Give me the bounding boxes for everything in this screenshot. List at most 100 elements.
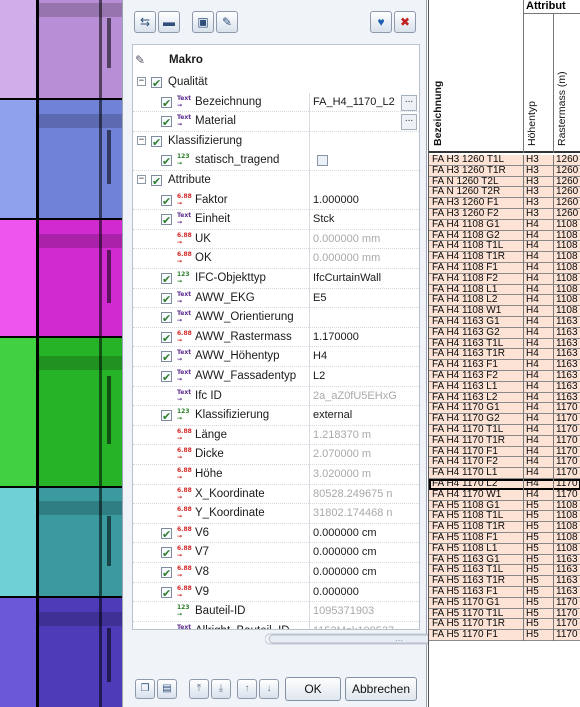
tree-attribute-row[interactable]: 6.88 →AWW_Rastermass 1.170000 [133,328,419,348]
attribute-checkbox[interactable] [161,469,172,480]
attribute-tree[interactable]: ✎ Makro −QualitätText →BezeichnungFA_H4_… [132,44,420,630]
tree-attribute-row[interactable]: 123 → Bauteil-ID 1095371903 [133,602,419,622]
tree-attribute-row[interactable]: Text →AWW_Fassadentyp L2 [133,367,419,387]
tree-attribute-row[interactable]: 6.88 → Dicke 2.070000 m [133,445,419,465]
attribute-checkbox[interactable] [161,407,172,426]
add-icon[interactable]: ⇆ [134,11,156,33]
table-row[interactable]: FA H4 1163 G2 H4 1163 [429,327,580,339]
collapse-toggle-icon[interactable]: − [137,135,146,145]
attribute-checkbox[interactable] [161,626,172,629]
tree-attribute-row[interactable]: 6.88 →V7 0.000000 cm [133,543,419,563]
attribute-checkbox[interactable] [161,544,172,563]
attribute-value[interactable]: Stck [311,210,419,230]
tree-attribute-row[interactable]: 6.88 → OK 0.000000 mm [133,249,419,269]
move-down-icon[interactable]: ↓ [259,679,279,699]
tree-attribute-row[interactable]: Text →AWW_Höhentyp H4 [133,347,419,367]
facade-panel[interactable] [0,0,122,100]
attribute-checkbox[interactable] [161,270,172,289]
table-row[interactable]: FA H4 1170 W1 H4 1170 [429,489,580,501]
tree-attribute-row[interactable]: 123 → statisch_tragend [133,151,419,171]
attribute-checkbox[interactable] [161,430,172,441]
attribute-checkbox[interactable] [161,113,172,132]
attribute-checkbox[interactable] [161,508,172,519]
attribute-value[interactable]: 0.000000 cm [311,543,419,563]
move-up-icon[interactable]: ↑ [237,679,257,699]
attribute-value[interactable]: 0.000000 [311,583,419,603]
tree-attribute-row[interactable]: 123 → Klassifizierung external [133,406,419,426]
tree-attribute-row[interactable]: 6.88 →Faktor 1.000000 [133,191,419,211]
tree-attribute-row[interactable]: Text →AWW_EKG E5 [133,289,419,309]
group-checkbox[interactable] [151,172,162,191]
3d-viewport[interactable] [0,0,122,707]
move-top-icon[interactable]: ⤒ [189,679,209,699]
facade-panel[interactable] [0,598,122,707]
table-row[interactable]: FA H4 1170 T1R H4 1170 [429,435,580,447]
attribute-checkbox[interactable] [161,564,172,583]
attribute-checkbox[interactable] [161,253,172,264]
favorite-remove-icon[interactable]: ✖ [394,11,416,33]
tree-attribute-row[interactable]: 6.88 → Y_Koordinate 31802.174468 n [133,504,419,524]
attribute-value[interactable]: 0.000000 cm [311,524,419,544]
tree-attribute-row[interactable]: Text →Bezeichnung FA_H4_1170_L2 [133,93,419,113]
table-row[interactable]: FA H5 1170 G1 H5 1170 [429,597,580,609]
tree-attribute-row[interactable]: Text → Ifc ID 2a_aZ0fU5EHxG [133,387,419,407]
attribute-checkbox[interactable] [161,192,172,211]
facade-panel[interactable] [0,338,122,488]
tree-attribute-row[interactable]: 6.88 → Länge 1.218370 m [133,426,419,446]
tree-attribute-row[interactable]: Text →Allright_Bauteil_ID 1153Mak109537 [133,622,419,629]
attribute-checkbox[interactable] [161,94,172,113]
attribute-checkbox[interactable] [161,525,172,544]
open-folder-icon[interactable]: ❐ [135,679,155,699]
tree-attribute-row[interactable]: 6.88 →V6 0.000000 cm [133,524,419,544]
attribute-checkbox[interactable] [161,489,172,500]
column-header-hoehentyp[interactable]: Höhentyp [526,101,538,146]
ok-button[interactable]: OK [285,677,341,701]
paste-icon[interactable]: ✎ [216,11,238,33]
attribute-value[interactable] [311,308,419,328]
favorite-icon[interactable]: ♥ [370,11,392,33]
tree-root[interactable]: ✎ Makro [133,51,419,71]
attribute-value-checkbox[interactable] [317,155,328,167]
attribute-checkbox[interactable] [161,606,172,617]
tree-attribute-row[interactable]: 6.88 →V9 0.000000 [133,583,419,603]
column-header-rastermass[interactable]: Rastermass (m) [556,71,568,146]
facade-panel[interactable] [0,488,122,598]
attribute-checkbox[interactable] [161,348,172,367]
collapse-toggle-icon[interactable]: − [137,77,146,86]
attribute-checkbox[interactable] [161,368,172,387]
attribute-value[interactable]: 1.170000 [311,328,419,348]
group-checkbox[interactable] [151,133,162,152]
attribute-value[interactable] [311,112,419,132]
collapse-toggle-icon[interactable]: − [137,175,146,184]
attribute-checkbox[interactable] [161,449,172,460]
group-checkbox[interactable] [151,74,162,93]
column-header-name[interactable]: Bezeichnung [432,81,444,146]
attribute-value[interactable]: IfcCurtainWall [311,269,419,289]
attribute-value[interactable]: 0.000000 cm [311,563,419,583]
tree-group-row[interactable]: − Klassifizierung [133,132,419,152]
tree-attribute-row[interactable]: Text →Material [133,112,419,132]
attribute-checkbox[interactable] [161,309,172,328]
facade-panel[interactable] [0,100,122,220]
tree-group-row[interactable]: − Qualität [133,73,419,93]
facade-panel[interactable] [0,220,122,338]
attribute-checkbox[interactable] [161,290,172,309]
attribute-table[interactable]: Attribut Bezeichnung Höhentyp Rastermass… [428,0,580,707]
table-row[interactable]: FA H3 1260 T1R H3 1260 [429,165,580,177]
table-row[interactable]: FA H4 1108 G1 H4 1108 [429,219,580,231]
tree-attribute-row[interactable]: Text →Einheit Stck [133,210,419,230]
attribute-value[interactable]: E5 [311,289,419,309]
save-icon[interactable]: ▤ [157,679,177,699]
tree-attribute-row[interactable]: 6.88 → Höhe 3.020000 m [133,465,419,485]
attribute-checkbox[interactable] [161,152,172,171]
attribute-checkbox[interactable] [161,329,172,348]
attribute-value[interactable]: external [311,406,419,426]
tree-attribute-row[interactable]: 6.88 → X_Koordinate 80528.249675 n [133,485,419,505]
tree-group-row[interactable]: − Attribute [133,171,419,191]
attribute-checkbox[interactable] [161,211,172,230]
table-row[interactable]: FA H4 1163 L1 H4 1163 [429,381,580,393]
table-row[interactable]: FA H5 1170 F1 H5 1170 [429,630,580,641]
attribute-checkbox[interactable] [161,234,172,245]
cancel-button[interactable]: Abbrechen [345,677,417,701]
table-row[interactable]: FA H4 1108 F2 H4 1108 [429,273,580,285]
